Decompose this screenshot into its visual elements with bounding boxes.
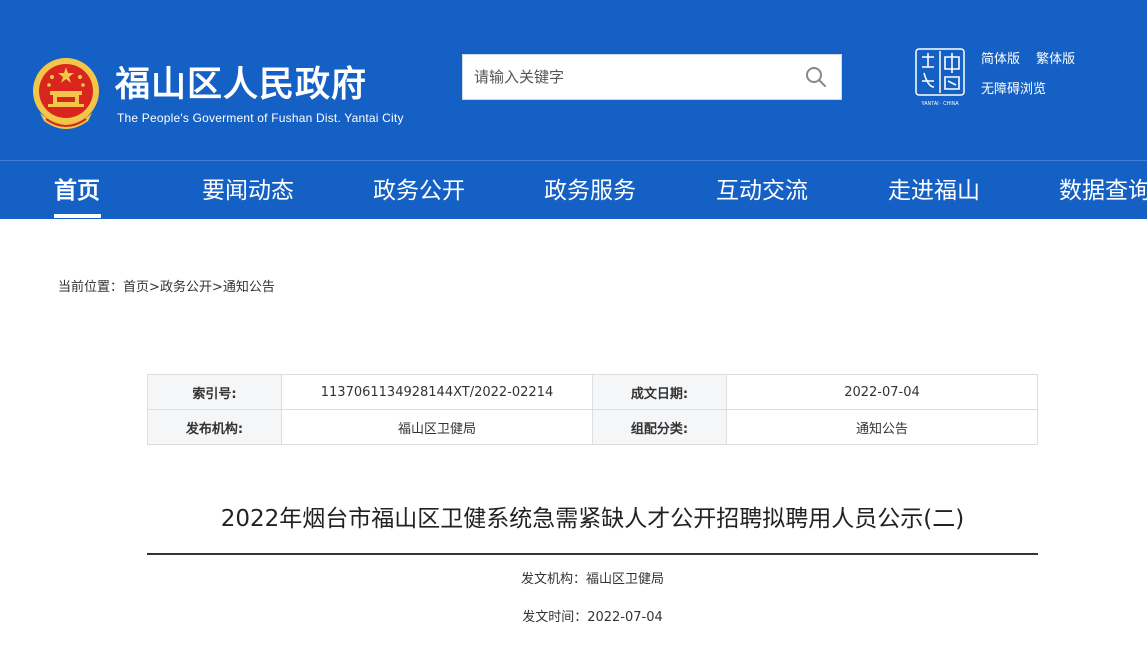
search-box	[462, 54, 842, 100]
nav-item-interaction[interactable]: 互动交流	[716, 161, 808, 219]
index-value: 1137061134928144XT/2022-02214	[281, 374, 593, 410]
publisher-value: 福山区卫健局	[281, 409, 593, 445]
nav-item-news[interactable]: 要闻动态	[202, 161, 294, 219]
category-label: 组配分类:	[592, 409, 727, 445]
main-nav: 首页 要闻动态 政务公开 政务服务 互动交流 走进福山 数据查询	[0, 160, 1147, 219]
nav-active-indicator	[54, 214, 101, 218]
nav-item-about-fushan[interactable]: 走进福山	[888, 161, 980, 219]
document-meta-table: 索引号: 1137061134928144XT/2022-02214 成文日期:…	[147, 374, 1038, 445]
site-header: 福山区人民政府 The People's Goverment of Fushan…	[0, 0, 1147, 160]
article-title: 2022年烟台市福山区卫健系统急需紧缺人才公开招聘拟聘用人员公示(二)	[220, 506, 965, 532]
table-row: 发布机构: 福山区卫健局 组配分类: 通知公告	[147, 409, 1038, 445]
title-divider	[147, 553, 1038, 555]
date-value: 2022-07-04	[726, 374, 1038, 410]
simplified-version-link[interactable]: 简体版	[981, 52, 1020, 67]
breadcrumb-item-notices[interactable]: 通知公告	[223, 280, 275, 295]
nav-item-gov-services[interactable]: 政务服务	[544, 161, 636, 219]
breadcrumb-separator: >	[149, 280, 160, 295]
breadcrumb-prefix: 当前位置：	[58, 280, 124, 295]
publishing-date: 发文时间：2022-07-04	[522, 610, 663, 625]
category-value: 通知公告	[726, 409, 1038, 445]
nav-item-home[interactable]: 首页	[54, 161, 100, 219]
nav-item-gov-affairs[interactable]: 政务公开	[373, 161, 465, 219]
site-subtitle: The People's Goverment of Fushan Dist. Y…	[117, 111, 404, 125]
publishing-org: 发文机构：福山区卫健局	[520, 572, 664, 587]
table-row: 索引号: 1137061134928144XT/2022-02214 成文日期:…	[147, 374, 1038, 410]
index-label: 索引号:	[147, 374, 282, 410]
breadcrumb-item-gov-affairs[interactable]: 政务公开	[160, 280, 212, 295]
yantai-china-logo-icon: YANTAI · CHINA	[915, 48, 965, 107]
traditional-version-link[interactable]: 繁体版	[1036, 52, 1075, 67]
accessible-browsing-link[interactable]: 无障碍浏览	[981, 82, 1046, 97]
breadcrumb: 当前位置：首页>政务公开>通知公告	[58, 276, 275, 295]
yantai-logo-caption: YANTAI · CHINA	[921, 101, 959, 107]
search-input[interactable]	[463, 55, 793, 99]
search-icon[interactable]	[805, 66, 827, 88]
breadcrumb-item-home[interactable]: 首页	[123, 280, 149, 295]
breadcrumb-separator: >	[211, 280, 223, 295]
publisher-label: 发布机构:	[147, 409, 282, 445]
national-emblem-icon	[33, 58, 99, 129]
site-title[interactable]: 福山区人民政府	[115, 62, 367, 108]
date-label: 成文日期:	[592, 374, 727, 410]
nav-item-data-query[interactable]: 数据查询	[1059, 161, 1147, 219]
